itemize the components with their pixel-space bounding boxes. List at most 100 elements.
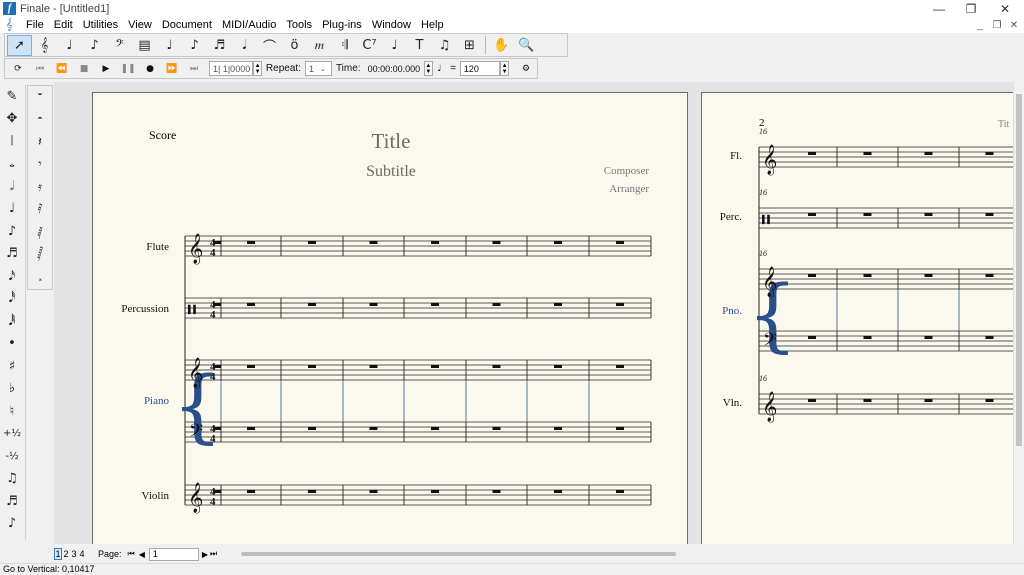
page-layout-icon[interactable]: ⊞ bbox=[457, 35, 482, 56]
key-signature-icon[interactable]: ▤ bbox=[132, 35, 157, 56]
entry-palette-icon-12[interactable]: • bbox=[0, 333, 24, 356]
score-system-2[interactable]: {Fl.16𝄞Perc.16𝄥Pno.16𝄞𝄢Vln.16𝄞 bbox=[702, 93, 1013, 544]
entry-palette-icon-20[interactable]: ♪ bbox=[0, 513, 24, 536]
menu-help[interactable]: Help bbox=[416, 19, 449, 31]
play-icon[interactable]: ▶ bbox=[95, 60, 117, 78]
score-system-1[interactable]: {Flute 𝄞 44Percussion 𝄥 44Piano𝄞 44𝄢 44Violin 𝄞… bbox=[93, 93, 689, 544]
menu-tools[interactable]: Tools bbox=[281, 19, 317, 31]
entry-palette-icon-18[interactable]: ♫ bbox=[0, 468, 24, 491]
doc-restore-button[interactable]: ❐ bbox=[989, 17, 1005, 33]
zoom-tool-icon[interactable]: 🔍 bbox=[514, 35, 539, 56]
menu-edit[interactable]: Edit bbox=[49, 19, 78, 31]
entry-palette-icon-1[interactable]: ✎ bbox=[0, 85, 24, 108]
document-canvas[interactable]: Score Title Subtitle Composer Arranger {… bbox=[54, 82, 1013, 544]
maximize-button[interactable]: ❐ bbox=[954, 0, 988, 17]
entry-palette-icon-10[interactable]: 𝅘𝅥𝅰 bbox=[0, 288, 24, 311]
close-button[interactable]: ✕ bbox=[988, 0, 1022, 17]
entry-palette-icon-3[interactable]: 𝄁 bbox=[0, 130, 24, 153]
scrub-icon[interactable]: ⟳ bbox=[7, 60, 29, 78]
resize-tool-icon[interactable]: ♫ bbox=[432, 35, 457, 56]
page-tab-1[interactable]: 1 bbox=[54, 548, 62, 560]
smart-shape-icon[interactable]: ⌒ bbox=[257, 35, 282, 56]
hand-grabber-icon[interactable]: ✋ bbox=[489, 35, 514, 56]
text-tool-icon[interactable]: T bbox=[407, 35, 432, 56]
articulation-tool-icon[interactable]: 𝅘𝅥 bbox=[232, 35, 257, 56]
menu-midi-audio[interactable]: MIDI/Audio bbox=[217, 19, 281, 31]
note-entry-icon[interactable]: ♪ bbox=[182, 35, 207, 56]
simple-entry-icon[interactable]: ♩ bbox=[57, 35, 82, 56]
first-page-icon[interactable]: ⏮ bbox=[128, 549, 135, 559]
clef-tool-icon[interactable]: 𝄢 bbox=[107, 35, 132, 56]
menu-plug-ins[interactable]: Plug-ins bbox=[317, 19, 367, 31]
rest-palette-icon-7[interactable]: 𝅁 bbox=[28, 221, 52, 244]
fast-forward-icon[interactable]: ⏩ bbox=[161, 60, 183, 78]
chord-tool-icon[interactable]: C⁷ bbox=[357, 35, 382, 56]
rest-palette-icon-3[interactable]: 𝄽 bbox=[28, 131, 52, 154]
document-icon[interactable]: 𝄞 bbox=[6, 19, 16, 31]
rest-palette-icon-9[interactable]: 𝅃 bbox=[28, 266, 52, 289]
vertical-scroll-thumb[interactable] bbox=[1016, 94, 1022, 446]
score-page-2[interactable]: 2 Tit {Fl. 16 𝄞 Perc. 16 𝄥 Pno. 16 𝄞 𝄢 Vln. 16 𝄞 bbox=[701, 92, 1013, 544]
menu-utilities[interactable]: Utilities bbox=[78, 19, 123, 31]
measure-counter-field[interactable]: 1| 1|0000 bbox=[209, 61, 254, 76]
record-icon[interactable]: ● bbox=[139, 60, 161, 78]
doc-minimize-button[interactable]: _ bbox=[972, 17, 988, 33]
menu-document[interactable]: Document bbox=[157, 19, 217, 31]
page-tab-4[interactable]: 4 bbox=[78, 548, 86, 560]
page-tab-2[interactable]: 2 bbox=[62, 548, 70, 560]
selection-tool-icon[interactable]: ➚ bbox=[7, 34, 32, 56]
vertical-scrollbar[interactable] bbox=[1013, 82, 1024, 544]
entry-palette-icon-15[interactable]: ♮ bbox=[0, 400, 24, 423]
entry-palette-icon-4[interactable]: 𝅝 bbox=[0, 153, 24, 176]
entry-palette-icon-11[interactable]: 𝅘𝅥𝅱 bbox=[0, 310, 24, 333]
tempo-spinner[interactable]: ▲ ▼ bbox=[500, 61, 509, 76]
repeat-select[interactable]: 1 ⌄ bbox=[304, 61, 332, 76]
page-tab-3[interactable]: 3 bbox=[70, 548, 78, 560]
menu-window[interactable]: Window bbox=[367, 19, 416, 31]
rest-palette-icon-5[interactable]: 𝄿 bbox=[28, 176, 52, 199]
expression-tool-icon[interactable]: 𝆐 bbox=[307, 35, 332, 56]
rest-palette-icon-8[interactable]: 𝅂 bbox=[28, 244, 52, 267]
time-spinner[interactable]: ▲ ▼ bbox=[424, 61, 433, 76]
speedy-entry-icon[interactable]: ♪ bbox=[82, 35, 107, 56]
rewind-icon[interactable]: ⏪ bbox=[51, 60, 73, 78]
forward-to-end-icon[interactable]: ⏭ bbox=[183, 60, 205, 78]
entry-palette-icon-14[interactable]: ♭ bbox=[0, 378, 24, 401]
entry-palette-icon-8[interactable]: ♬ bbox=[0, 243, 24, 266]
doc-close-button[interactable]: ✕ bbox=[1006, 17, 1022, 33]
score-page-1[interactable]: Score Title Subtitle Composer Arranger {… bbox=[92, 92, 688, 544]
entry-palette-icon-13[interactable]: ♯ bbox=[0, 355, 24, 378]
rest-palette-icon-2[interactable]: 𝄼 bbox=[28, 109, 52, 132]
staff-tool-icon[interactable]: 𝄞 bbox=[32, 35, 57, 56]
menu-file[interactable]: File bbox=[21, 19, 49, 31]
repeat-tool-icon[interactable]: 𝄇 bbox=[332, 35, 357, 56]
entry-palette-icon-17[interactable]: -½ bbox=[0, 445, 24, 468]
counter-spinner[interactable]: ▲ ▼ bbox=[253, 61, 262, 76]
pause-icon[interactable]: ❚❚ bbox=[117, 60, 139, 78]
tempo-field[interactable]: 120 bbox=[459, 61, 501, 76]
time-signature-icon[interactable]: ♩ bbox=[157, 35, 182, 56]
entry-palette-icon-5[interactable]: 𝅗𝅥 bbox=[0, 175, 24, 198]
page-number-field[interactable]: 1 bbox=[148, 547, 199, 561]
horizontal-scrollbar[interactable] bbox=[241, 552, 676, 556]
rest-palette-icon-1[interactable]: 𝄻 bbox=[28, 86, 52, 109]
entry-palette-icon-2[interactable]: ✥ bbox=[0, 108, 24, 131]
entry-palette-icon-6[interactable]: ♩ bbox=[0, 198, 24, 221]
entry-palette-icon-19[interactable]: ♬ bbox=[0, 490, 24, 513]
stop-icon[interactable]: ■ bbox=[73, 60, 95, 78]
playback-settings-icon[interactable]: ⚙ bbox=[515, 60, 537, 78]
next-page-icon[interactable]: ▶ bbox=[202, 550, 208, 559]
entry-palette-icon-7[interactable]: ♪ bbox=[0, 220, 24, 243]
rest-palette-icon-4[interactable]: 𝄾 bbox=[28, 154, 52, 177]
previous-page-icon[interactable]: ◀ bbox=[139, 550, 145, 559]
lyrics-tool-icon[interactable]: ö bbox=[282, 35, 307, 56]
menu-view[interactable]: View bbox=[123, 19, 157, 31]
entry-palette-icon-9[interactable]: 𝅘𝅥𝅯 bbox=[0, 265, 24, 288]
tuplet-tool-icon[interactable]: ♬ bbox=[207, 35, 232, 56]
entry-palette-icon-16[interactable]: +½ bbox=[0, 423, 24, 446]
rewind-to-start-icon[interactable]: ⏮ bbox=[29, 60, 51, 78]
guitar-tool-icon[interactable]: ♩ bbox=[382, 35, 407, 56]
tempo-note-icon[interactable]: ♩ bbox=[433, 60, 446, 78]
minimize-button[interactable]: — bbox=[922, 0, 956, 17]
rest-palette-icon-6[interactable]: 𝅀 bbox=[28, 199, 52, 222]
